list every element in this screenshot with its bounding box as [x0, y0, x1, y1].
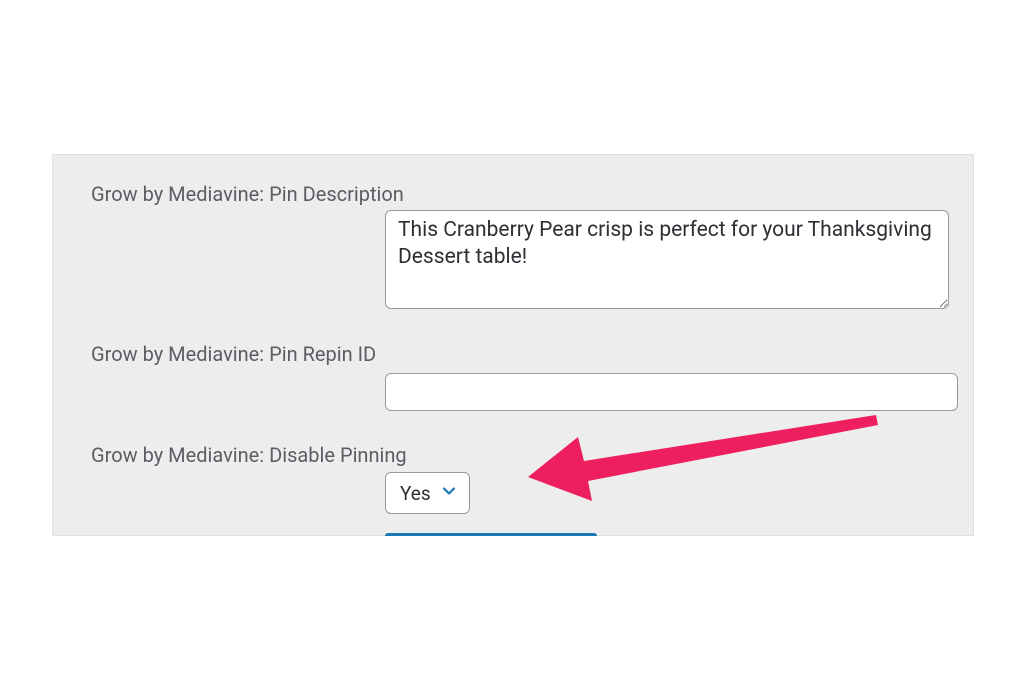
- partial-button-edge: [385, 533, 597, 536]
- chevron-down-icon: [441, 483, 457, 503]
- pin-description-textarea[interactable]: [385, 210, 949, 309]
- disable-pinning-label: Grow by Mediavine: Disable Pinning: [91, 443, 407, 467]
- annotation-arrow-icon: [528, 415, 878, 510]
- pin-repin-id-input[interactable]: [385, 373, 958, 411]
- disable-pinning-selected-value: Yes: [400, 482, 431, 505]
- pin-repin-id-label: Grow by Mediavine: Pin Repin ID: [91, 342, 376, 366]
- disable-pinning-select[interactable]: Yes: [385, 472, 470, 514]
- pin-description-label: Grow by Mediavine: Pin Description: [91, 182, 404, 206]
- settings-panel: Grow by Mediavine: Pin Description Grow …: [52, 154, 974, 536]
